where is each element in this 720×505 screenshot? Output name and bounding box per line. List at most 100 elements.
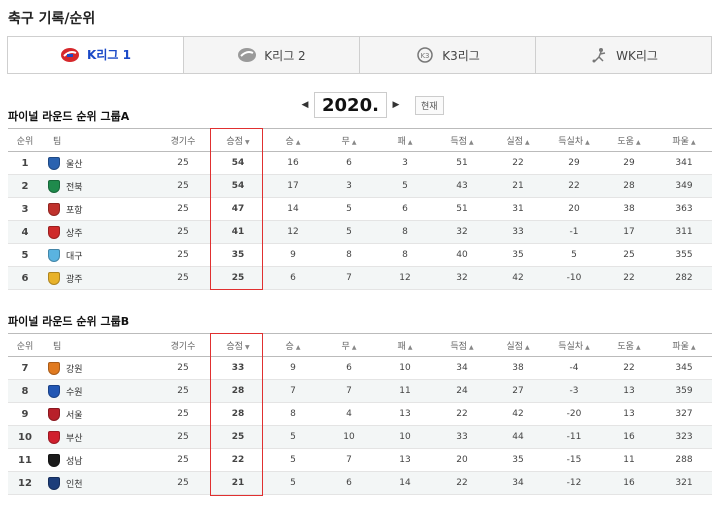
col-gd[interactable]: 득실차 ▲ [546,128,602,152]
win-cell: 14 [264,197,322,221]
next-year-icon[interactable]: ▶ [389,100,403,110]
points-cell: 33 [212,356,264,380]
tab-k3-league[interactable]: K3 K3리그 [359,37,535,73]
col-points[interactable]: 승점 ▼ [212,333,264,357]
current-season-button[interactable]: 현재 [414,95,444,115]
win-cell: 5 [264,471,322,495]
col-win[interactable]: 승 ▲ [264,333,322,357]
ga-cell: 35 [490,448,546,472]
played-cell: 25 [154,448,212,472]
loss-cell: 13 [376,448,434,472]
col-fouls[interactable]: 파울 ▲ [656,333,712,357]
col-assists[interactable]: 도움 ▲ [602,333,656,357]
ga-cell: 44 [490,425,546,449]
table-row[interactable]: 2 전북 25 54 17 3 5 43 21 22 28 349 [8,174,712,198]
team-name[interactable]: 서울 [66,411,83,421]
col-fouls[interactable]: 파울 ▲ [656,128,712,152]
table-row[interactable]: 9 서울 25 28 8 4 13 22 42 -20 13 327 [8,402,712,426]
fouls-cell: 288 [656,448,712,472]
fouls-cell: 345 [656,356,712,380]
table-row[interactable]: 11 성남 25 22 5 7 13 20 35 -15 11 288 [8,448,712,472]
gf-cell: 32 [434,266,490,290]
table-row[interactable]: 10 부산 25 25 5 10 10 33 44 -11 16 323 [8,425,712,449]
col-points[interactable]: 승점 ▼ [212,128,264,152]
loss-cell: 5 [376,174,434,198]
assists-cell: 38 [602,197,656,221]
rank-cell: 7 [8,356,42,380]
team-name[interactable]: 울산 [66,160,83,170]
sort-asc-icon: ▲ [635,138,641,146]
team-cell: 광주 [42,266,154,290]
table-row[interactable]: 7 강원 25 33 9 6 10 34 38 -4 22 345 [8,356,712,380]
table-row[interactable]: 3 포항 25 47 14 5 6 51 31 20 38 363 [8,197,712,221]
sort-asc-icon: ▲ [690,138,696,146]
sort-asc-icon: ▲ [351,138,357,146]
team-name[interactable]: 수원 [66,388,83,398]
table-row[interactable]: 4 상주 25 41 12 5 8 32 33 -1 17 311 [8,220,712,244]
tab-label: WK리그 [616,48,658,63]
team-name[interactable]: 강원 [66,365,83,375]
table-row[interactable]: 8 수원 25 28 7 7 11 24 27 -3 13 359 [8,379,712,403]
col-loss[interactable]: 패 ▲ [376,333,434,357]
group-b-standings-table: 순위 팀 경기수 승점 ▼ 승 ▲ 무 ▲ 패 ▲ 득점 ▲ 실점 ▲ 득실차 ▲ 도움 ▲ 파… [8,333,712,495]
table-row[interactable]: 12 인천 25 21 5 6 14 22 34 -12 16 321 [8,471,712,495]
gd-cell: -12 [546,471,602,495]
rank-cell: 9 [8,402,42,426]
table-row[interactable]: 5 대구 25 35 9 8 8 40 35 5 25 355 [8,243,712,267]
table-row[interactable]: 6 광주 25 25 6 7 12 32 42 -10 22 282 [8,266,712,290]
points-cell: 54 [212,151,264,175]
col-ga[interactable]: 실점 ▲ [490,128,546,152]
loss-cell: 6 [376,197,434,221]
team-crest-icon [48,476,60,490]
team-crest-icon [48,271,60,285]
col-points-label: 승점 [226,341,243,352]
team-name[interactable]: 대구 [66,252,83,262]
tab-label: K3리그 [442,48,480,63]
rank-cell: 6 [8,266,42,290]
col-fouls-label: 파울 [672,341,689,352]
tab-k-league-2[interactable]: K리그 2 [183,37,359,73]
col-assists[interactable]: 도움 ▲ [602,128,656,152]
gd-cell: 5 [546,243,602,267]
rank-cell: 2 [8,174,42,198]
prev-year-icon[interactable]: ◀ [298,100,312,110]
col-gf[interactable]: 득점 ▲ [434,333,490,357]
team-crest-icon [48,361,60,375]
played-cell: 25 [154,425,212,449]
gf-cell: 20 [434,448,490,472]
win-cell: 8 [264,402,322,426]
tab-k-league-1[interactable]: K리그 1 [8,37,183,73]
team-name[interactable]: 부산 [66,434,83,444]
assists-cell: 13 [602,379,656,403]
team-crest-icon [48,453,60,467]
wk-league-logo-icon [592,48,606,63]
gf-cell: 40 [434,243,490,267]
col-draw[interactable]: 무 ▲ [322,128,376,152]
col-gf-label: 득점 [450,341,467,352]
draw-cell: 10 [322,425,376,449]
col-draw[interactable]: 무 ▲ [322,333,376,357]
team-crest-icon [48,248,60,262]
draw-cell: 8 [322,243,376,267]
points-cell: 25 [212,425,264,449]
gf-cell: 33 [434,425,490,449]
col-gf[interactable]: 득점 ▲ [434,128,490,152]
team-name[interactable]: 전북 [66,183,83,193]
col-win[interactable]: 승 ▲ [264,128,322,152]
team-name[interactable]: 인천 [66,480,83,490]
loss-cell: 13 [376,402,434,426]
page-title: 축구 기록/순위 [8,11,96,27]
col-loss[interactable]: 패 ▲ [376,128,434,152]
col-gd[interactable]: 득실차 ▲ [546,333,602,357]
fouls-cell: 349 [656,174,712,198]
team-name[interactable]: 상주 [66,229,83,239]
team-name[interactable]: 광주 [66,275,83,285]
tab-wk-league[interactable]: WK리그 [535,37,711,73]
table-row[interactable]: 1 울산 25 54 16 6 3 51 22 29 29 341 [8,151,712,175]
col-ga[interactable]: 실점 ▲ [490,333,546,357]
team-name[interactable]: 성남 [66,457,83,467]
team-name[interactable]: 포항 [66,206,83,216]
played-cell: 25 [154,220,212,244]
col-rank: 순위 [8,333,42,357]
sort-desc-icon: ▼ [244,343,250,351]
